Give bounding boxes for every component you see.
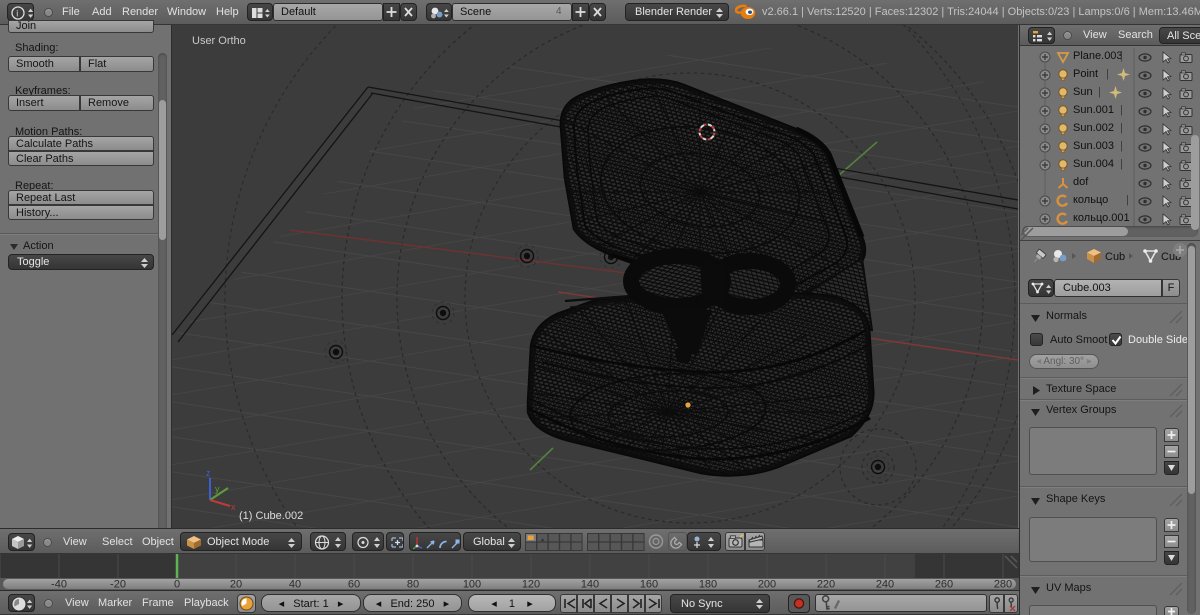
- svg-text:i: i: [16, 9, 18, 19]
- svg-text:x: x: [231, 502, 236, 512]
- svg-text:-20: -20: [110, 579, 126, 591]
- svg-text:Cub: Cub: [1105, 251, 1125, 263]
- svg-text:z: z: [206, 468, 211, 478]
- svg-text:260: 260: [935, 579, 953, 591]
- svg-text:120: 120: [522, 579, 540, 591]
- svg-text:140: 140: [581, 579, 599, 591]
- svg-text:0: 0: [174, 579, 180, 591]
- svg-text:-40: -40: [51, 579, 67, 591]
- svg-text:20: 20: [230, 579, 242, 591]
- svg-text:180: 180: [699, 579, 717, 591]
- svg-text:40: 40: [289, 579, 301, 591]
- svg-text:100: 100: [463, 579, 481, 591]
- svg-text:280: 280: [994, 579, 1012, 591]
- svg-text:240: 240: [876, 579, 894, 591]
- svg-text:200: 200: [758, 579, 776, 591]
- svg-text:y: y: [215, 484, 220, 494]
- svg-text:220: 220: [817, 579, 835, 591]
- svg-text:80: 80: [407, 579, 419, 591]
- svg-text:160: 160: [640, 579, 658, 591]
- svg-text:60: 60: [348, 579, 360, 591]
